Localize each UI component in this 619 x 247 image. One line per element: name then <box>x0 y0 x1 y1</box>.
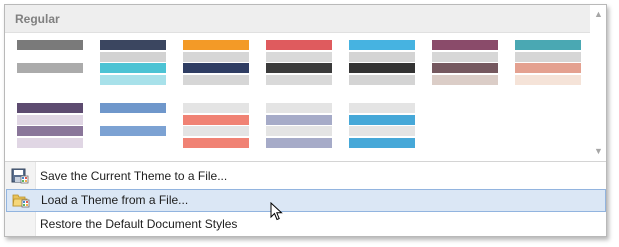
swatch-color-bar <box>266 75 332 85</box>
swatch-color-bar <box>183 40 249 50</box>
swatch-color-bar <box>266 52 332 62</box>
theme-swatch-sky[interactable] <box>349 103 415 149</box>
swatch-color-bar <box>349 115 415 125</box>
swatch-color-bar <box>515 40 581 50</box>
swatch-color-bar <box>183 52 249 62</box>
swatch-color-bar <box>17 138 83 148</box>
swatch-color-bar <box>349 63 415 73</box>
swatch-color-bar <box>100 126 166 136</box>
swatch-color-bar <box>266 126 332 136</box>
theme-swatch-plum[interactable] <box>432 40 498 86</box>
swatch-color-bar <box>17 115 83 125</box>
restore-default-styles-label: Restore the Default Document Styles <box>40 217 238 231</box>
swatch-color-bar <box>100 40 166 50</box>
swatch-color-bar <box>100 103 166 113</box>
swatch-color-bar <box>349 138 415 148</box>
swatch-color-bar <box>349 40 415 50</box>
swatch-color-bar <box>266 138 332 148</box>
load-theme-label: Load a Theme from a File... <box>41 193 189 207</box>
scroll-down-icon[interactable]: ▼ <box>593 146 604 156</box>
swatch-color-bar <box>432 40 498 50</box>
swatch-color-bar <box>17 75 83 85</box>
swatch-color-bar <box>183 103 249 113</box>
swatch-color-bar <box>17 126 83 136</box>
swatch-color-bar <box>183 63 249 73</box>
swatch-color-bar <box>266 103 332 113</box>
swatch-color-bar <box>515 52 581 62</box>
swatch-color-bar <box>349 75 415 85</box>
swatch-color-bar <box>183 115 249 125</box>
gallery-scrollbar[interactable]: ▲ ▼ <box>591 5 606 161</box>
restore-default-styles-menu-item[interactable]: Restore the Default Document Styles <box>5 213 606 236</box>
save-theme-menu-item[interactable]: Save the Current Theme to a File... <box>5 165 606 188</box>
swatch-color-bar <box>100 115 166 125</box>
theme-swatch-gray[interactable] <box>17 40 83 86</box>
swatch-color-bar <box>183 75 249 85</box>
swatch-color-bar <box>266 63 332 73</box>
gallery-group-header: Regular <box>5 5 590 33</box>
save-theme-icon <box>11 168 29 184</box>
theme-swatch-teal[interactable] <box>515 40 581 86</box>
theme-swatch-red[interactable] <box>266 40 332 86</box>
open-folder-icon <box>12 194 30 208</box>
group-title: Regular <box>15 12 60 26</box>
swatch-color-bar <box>183 138 249 148</box>
swatch-color-bar <box>432 52 498 62</box>
theme-swatch-cornflower[interactable] <box>100 103 166 149</box>
mouse-pointer-icon <box>270 202 283 221</box>
swatch-color-bar <box>100 138 166 148</box>
swatch-color-bar <box>515 75 581 85</box>
swatch-color-bar <box>266 40 332 50</box>
swatch-color-bar <box>17 63 83 73</box>
theme-swatch-salmon[interactable] <box>183 103 249 149</box>
scroll-up-icon[interactable]: ▲ <box>593 9 604 19</box>
theme-gallery: Regular ▲ ▼ <box>5 5 606 162</box>
load-theme-menu-item[interactable]: Load a Theme from a File... <box>6 189 606 212</box>
swatch-color-bar <box>100 75 166 85</box>
theme-swatch-lavender[interactable] <box>266 103 332 149</box>
theme-swatch-orange[interactable] <box>183 40 249 86</box>
swatch-color-bar <box>183 126 249 136</box>
theme-swatch-slate[interactable] <box>100 40 166 86</box>
swatch-color-bar <box>349 52 415 62</box>
swatch-color-bar <box>432 75 498 85</box>
save-theme-label: Save the Current Theme to a File... <box>40 169 228 183</box>
swatch-color-bar <box>515 63 581 73</box>
swatch-color-bar <box>17 40 83 50</box>
swatch-color-bar <box>349 126 415 136</box>
theme-swatch-blue-dark[interactable] <box>349 40 415 86</box>
swatch-color-bar <box>349 103 415 113</box>
theme-dropdown-popup: Regular ▲ ▼ Save the Current Theme to a … <box>4 4 607 237</box>
swatch-color-bar <box>17 103 83 113</box>
swatch-color-bar <box>100 63 166 73</box>
swatch-color-bar <box>17 52 83 62</box>
theme-swatch-purple[interactable] <box>17 103 83 149</box>
swatch-color-bar <box>432 63 498 73</box>
swatch-color-bar <box>100 52 166 62</box>
swatch-color-bar <box>266 115 332 125</box>
